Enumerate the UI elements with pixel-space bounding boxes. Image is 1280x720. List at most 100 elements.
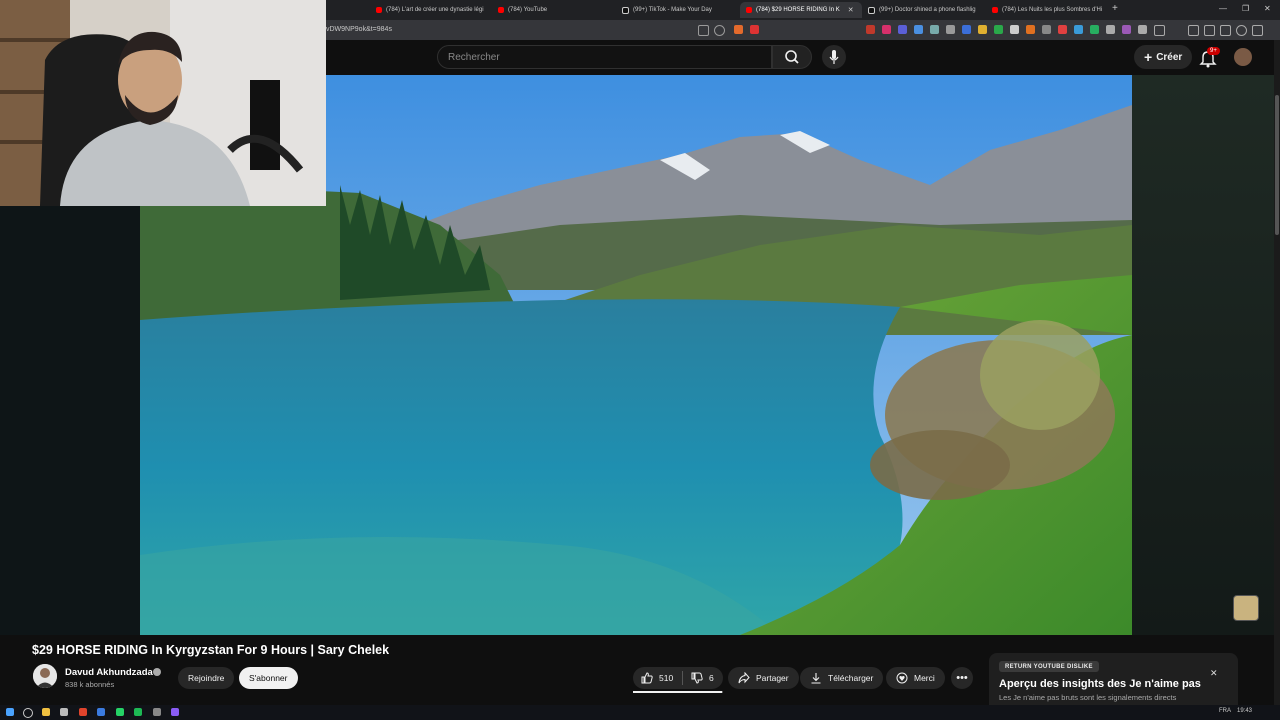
minimize-icon[interactable]: — — [1219, 4, 1227, 13]
create-button[interactable]: + Créer — [1134, 45, 1193, 69]
channel-name[interactable]: Davud Akhundzada — [65, 667, 153, 678]
browser-tab-active[interactable]: (784) $29 HORSE RIDING In K ✕ — [740, 2, 862, 18]
extension-icon[interactable] — [1074, 25, 1083, 34]
sidebar-icon[interactable] — [1204, 25, 1215, 36]
wallet-icon[interactable] — [1220, 25, 1231, 36]
youtube-icon — [992, 7, 998, 13]
floating-avatar[interactable] — [1233, 595, 1259, 621]
subscribe-button[interactable]: S'abonner — [239, 667, 298, 689]
extension-icon[interactable] — [1090, 25, 1099, 34]
subscriber-count: 838 k abonnés — [65, 680, 115, 689]
extension-icon[interactable] — [978, 25, 987, 34]
search-button[interactable] — [772, 45, 812, 69]
share-icon — [738, 672, 750, 684]
browser-tab-0[interactable]: (784) L'art de créer une dynastie légi — [370, 2, 497, 18]
join-button[interactable]: Rejoindre — [178, 667, 235, 689]
whatsapp-icon[interactable] — [116, 708, 124, 716]
close-tab-icon[interactable]: ✕ — [848, 6, 854, 14]
scrollbar-thumb[interactable] — [1275, 95, 1279, 235]
tab-title: (784) L'art de créer une dynastie légi — [386, 7, 484, 13]
extension-icon[interactable] — [1026, 25, 1035, 34]
extension-icon[interactable] — [882, 25, 891, 34]
browser-tab-2[interactable]: (99+) TikTok - Make Your Day — [616, 2, 743, 18]
more-dots-icon: ••• — [956, 672, 968, 684]
video-title: $29 HORSE RIDING In Kyrgyzstan For 9 Hou… — [32, 643, 390, 657]
zoom-icon[interactable] — [714, 25, 725, 36]
clock[interactable]: 19:43 — [1237, 708, 1252, 714]
app-icon[interactable] — [171, 708, 179, 716]
extension-icon[interactable] — [866, 25, 875, 34]
search-taskbar-icon[interactable] — [23, 708, 33, 718]
extension-icon[interactable] — [946, 25, 955, 34]
screen-icon[interactable] — [698, 25, 709, 36]
dislike-count: 6 — [709, 673, 714, 683]
playlist-icon[interactable] — [1188, 25, 1199, 36]
ryd-tag: RETURN YOUTUBE DISLIKE — [999, 661, 1099, 672]
file-explorer-icon[interactable] — [42, 708, 50, 716]
app-icon[interactable] — [153, 708, 161, 716]
dislike-button[interactable]: 6 — [691, 672, 714, 684]
brave-browser-icon[interactable] — [79, 708, 87, 716]
youtube-icon — [746, 7, 752, 13]
extension-icon[interactable] — [1122, 25, 1131, 34]
extension-icon[interactable] — [898, 25, 907, 34]
warning-icon[interactable] — [750, 25, 759, 34]
channel-avatar[interactable] — [33, 664, 57, 688]
voice-search-button[interactable] — [822, 45, 846, 69]
channel-avatar-image — [33, 664, 57, 688]
tiktok-icon — [868, 6, 875, 14]
thanks-button[interactable]: Merci — [886, 667, 945, 689]
browser-tab-1[interactable]: (784) YouTube — [492, 2, 619, 18]
extension-icon[interactable] — [1010, 25, 1019, 34]
download-button[interactable]: Télécharger — [800, 667, 884, 689]
puzzle-icon[interactable] — [1154, 25, 1165, 36]
share-label: Partager — [756, 673, 789, 683]
extension-icon[interactable] — [1058, 25, 1067, 34]
extension-icon[interactable] — [994, 25, 1003, 34]
browser-tab-5[interactable]: (784) Les Nuits les plus Sombres d'Hi — [986, 2, 1118, 18]
youtube-icon — [376, 7, 382, 13]
like-separator — [682, 671, 683, 685]
plus-icon: + — [1144, 49, 1153, 65]
microphone-icon — [829, 50, 839, 64]
thumbs-down-icon — [691, 672, 703, 684]
youtube-icon — [498, 7, 504, 13]
more-actions-button[interactable]: ••• — [951, 667, 973, 689]
user-avatar[interactable] — [1234, 48, 1252, 66]
close-icon[interactable]: ✕ — [1210, 668, 1218, 679]
close-window-icon[interactable]: ✕ — [1264, 4, 1271, 13]
extension-icon[interactable] — [914, 25, 923, 34]
extension-icon[interactable] — [1106, 25, 1115, 34]
thanks-heart-icon — [896, 672, 908, 684]
browser-tab-4[interactable]: (99+) Doctor shined a phone flashlig — [862, 2, 989, 18]
app-icon[interactable] — [97, 708, 105, 716]
streamer-webcam-image — [0, 0, 326, 206]
profile-icon[interactable] — [1236, 25, 1247, 36]
thanks-label: Merci — [914, 673, 935, 683]
share-button[interactable]: Partager — [728, 667, 799, 689]
tab-title: (784) YouTube — [508, 7, 548, 13]
extension-icon[interactable] — [962, 25, 971, 34]
language-indicator[interactable]: FRA — [1219, 708, 1231, 714]
restore-icon[interactable]: ❐ — [1242, 4, 1249, 13]
right-ambient-area — [1132, 75, 1274, 635]
download-icon — [811, 673, 821, 684]
search-icon — [785, 50, 799, 64]
url-field[interactable]: vDW9NP9ok&t=984s — [326, 26, 392, 33]
notification-badge: 9+ — [1207, 47, 1220, 55]
search-input[interactable]: Rechercher — [437, 45, 772, 69]
extension-icon[interactable] — [1138, 25, 1147, 34]
new-tab-icon[interactable]: + — [1112, 3, 1118, 14]
extension-icon[interactable] — [930, 25, 939, 34]
windows-start-icon[interactable] — [6, 708, 14, 716]
spotify-icon[interactable] — [134, 708, 142, 716]
menu-icon[interactable] — [1252, 25, 1263, 36]
create-label: Créer — [1156, 51, 1183, 63]
like-button[interactable]: 510 — [641, 672, 673, 684]
tab-title: (784) Les Nuits les plus Sombres d'Hi — [1002, 7, 1103, 13]
extension-icon[interactable] — [1042, 25, 1051, 34]
tab-title: (784) $29 HORSE RIDING In K — [756, 7, 840, 13]
brave-shield-icon[interactable] — [734, 25, 743, 34]
windows-taskbar — [0, 705, 1280, 720]
app-icon[interactable] — [60, 708, 68, 716]
